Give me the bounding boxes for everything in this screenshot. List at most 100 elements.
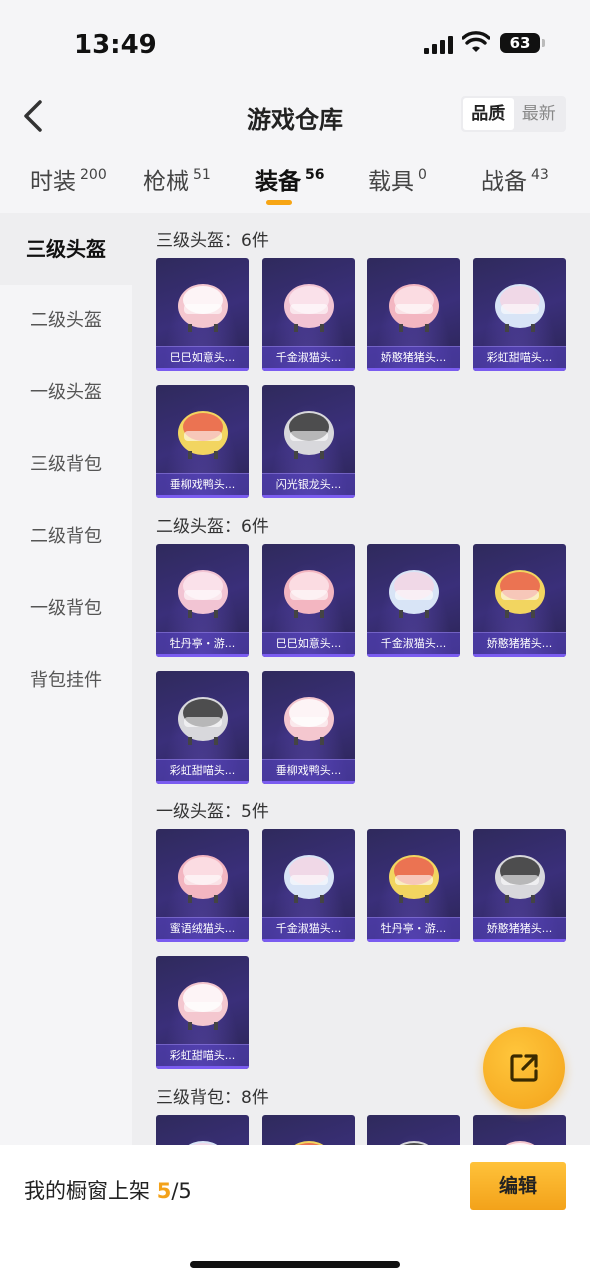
sidebar-item-level2-backpack[interactable]: 二级背包 xyxy=(0,501,132,573)
helmet-icon xyxy=(284,411,334,459)
share-button[interactable] xyxy=(483,1027,565,1109)
sort-newest-button[interactable]: 最新 xyxy=(514,98,565,130)
rarity-bar xyxy=(156,368,249,371)
shelf-label: 我的橱窗上架 xyxy=(24,1179,150,1203)
item-name: 千金淑猫头... xyxy=(262,917,355,939)
item-card[interactable]: 垂柳戏鸭头... xyxy=(262,671,355,784)
item-card[interactable]: 牡丹亭・游... xyxy=(367,829,460,942)
rarity-bar xyxy=(367,368,460,371)
item-card[interactable] xyxy=(473,1115,566,1145)
rarity-bar xyxy=(367,654,460,657)
rarity-bar xyxy=(473,368,566,371)
item-card[interactable]: 千金淑猫头... xyxy=(262,258,355,371)
tab-count: 200 xyxy=(80,167,107,183)
helmet-icon xyxy=(284,284,334,332)
item-name: 牡丹亭・游... xyxy=(367,917,460,939)
helmet-icon xyxy=(495,570,545,618)
item-card[interactable]: 巳巳如意头... xyxy=(156,258,249,371)
item-grid: 三级头盔：6件 二级头盔：6件 一级头盔：5件 三级背包：8件 巳巳如意头...… xyxy=(132,213,590,1145)
sidebar-item-level3-backpack[interactable]: 三级背包 xyxy=(0,429,132,501)
tab-count: 51 xyxy=(193,167,211,183)
sidebar-item-backpack-charm[interactable]: 背包挂件 xyxy=(0,645,132,717)
item-card[interactable]: 闪光银龙头... xyxy=(262,385,355,498)
helmet-icon xyxy=(284,697,334,745)
external-link-icon xyxy=(510,1054,538,1082)
tab-weapons[interactable]: 枪械 51 xyxy=(143,162,211,196)
rarity-bar xyxy=(156,1066,249,1069)
item-card[interactable]: 巳巳如意头... xyxy=(262,544,355,657)
item-card[interactable]: 娇憨猪猪头... xyxy=(473,544,566,657)
rarity-bar xyxy=(262,654,355,657)
category-tabs: 时装 200 枪械 51 装备 56 载具 0 战备 43 xyxy=(0,150,590,210)
helmet-icon xyxy=(399,1141,429,1145)
item-card[interactable]: 娇憨猪猪头... xyxy=(367,258,460,371)
helmet-icon xyxy=(294,1141,324,1145)
sort-quality-button[interactable]: 品质 xyxy=(463,98,514,130)
section-title: 三级背包：8件 xyxy=(156,1088,269,1108)
item-name: 牡丹亭・游... xyxy=(156,632,249,654)
helmet-icon xyxy=(284,855,334,903)
item-card[interactable] xyxy=(262,1115,355,1145)
item-name: 蜜语绒猫头... xyxy=(156,917,249,939)
item-name: 闪光银龙头... xyxy=(262,473,355,495)
item-card[interactable]: 牡丹亭・游... xyxy=(156,544,249,657)
tab-supplies[interactable]: 战备 43 xyxy=(481,162,549,196)
back-arrow-icon[interactable] xyxy=(18,96,48,136)
item-name: 娇憨猪猪头... xyxy=(473,632,566,654)
tab-label: 枪械 xyxy=(143,169,189,195)
rarity-bar xyxy=(473,939,566,942)
section-title: 一级头盔：5件 xyxy=(156,802,269,822)
item-card[interactable]: 千金淑猫头... xyxy=(367,544,460,657)
item-card[interactable]: 蜜语绒猫头... xyxy=(156,829,249,942)
helmet-icon xyxy=(178,697,228,745)
sidebar-item-level1-backpack[interactable]: 一级背包 xyxy=(0,573,132,645)
rarity-bar xyxy=(262,939,355,942)
item-card[interactable]: 千金淑猫头... xyxy=(262,829,355,942)
tab-equipment[interactable]: 装备 56 xyxy=(255,162,324,196)
item-card[interactable]: 娇憨猪猪头... xyxy=(473,829,566,942)
item-card[interactable] xyxy=(156,1115,249,1145)
shelf-status: 我的橱窗上架 5/5 xyxy=(24,1175,192,1205)
header: 游戏仓库 品质 最新 xyxy=(0,88,590,142)
item-card[interactable]: 彩虹甜喵头... xyxy=(156,671,249,784)
helmet-icon xyxy=(178,570,228,618)
helmet-icon xyxy=(495,284,545,332)
rarity-bar xyxy=(156,939,249,942)
tab-vehicles[interactable]: 载具 0 xyxy=(368,162,427,196)
status-bar: 13:49 63 xyxy=(0,0,590,88)
shelf-total: /5 xyxy=(171,1179,192,1203)
item-name: 垂柳戏鸭头... xyxy=(156,473,249,495)
item-card[interactable] xyxy=(367,1115,460,1145)
item-card[interactable]: 彩虹甜喵头... xyxy=(156,956,249,1069)
helmet-icon xyxy=(389,284,439,332)
battery-icon: 63 xyxy=(500,33,545,53)
tab-fashion[interactable]: 时装 200 xyxy=(30,162,107,196)
helmet-icon xyxy=(284,570,334,618)
sidebar: 三级头盔 二级头盔 一级头盔 三级背包 二级背包 一级背包 背包挂件 xyxy=(0,213,132,1145)
tab-label: 战备 xyxy=(481,169,527,195)
status-time: 13:49 xyxy=(74,30,157,60)
item-name: 千金淑猫头... xyxy=(262,346,355,368)
rarity-bar xyxy=(262,781,355,784)
tab-count: 43 xyxy=(531,167,549,183)
item-card[interactable]: 垂柳戏鸭头... xyxy=(156,385,249,498)
item-name: 娇憨猪猪头... xyxy=(367,346,460,368)
home-indicator[interactable] xyxy=(190,1261,400,1268)
rarity-bar xyxy=(262,368,355,371)
helmet-icon xyxy=(389,855,439,903)
item-name: 千金淑猫头... xyxy=(367,632,460,654)
rarity-bar xyxy=(262,495,355,498)
item-card[interactable]: 彩虹甜喵头... xyxy=(473,258,566,371)
helmet-icon xyxy=(188,1141,218,1145)
edit-button[interactable]: 编辑 xyxy=(470,1162,566,1210)
rarity-bar xyxy=(473,654,566,657)
sidebar-item-level3-helmet[interactable]: 三级头盔 xyxy=(0,213,132,285)
helmet-icon xyxy=(389,570,439,618)
tab-label: 装备 xyxy=(255,169,301,195)
sidebar-item-level2-helmet[interactable]: 二级头盔 xyxy=(0,285,132,357)
tab-label: 载具 xyxy=(368,169,414,195)
helmet-icon xyxy=(178,284,228,332)
item-name: 彩虹甜喵头... xyxy=(156,759,249,781)
sidebar-item-level1-helmet[interactable]: 一级头盔 xyxy=(0,357,132,429)
rarity-bar xyxy=(156,781,249,784)
